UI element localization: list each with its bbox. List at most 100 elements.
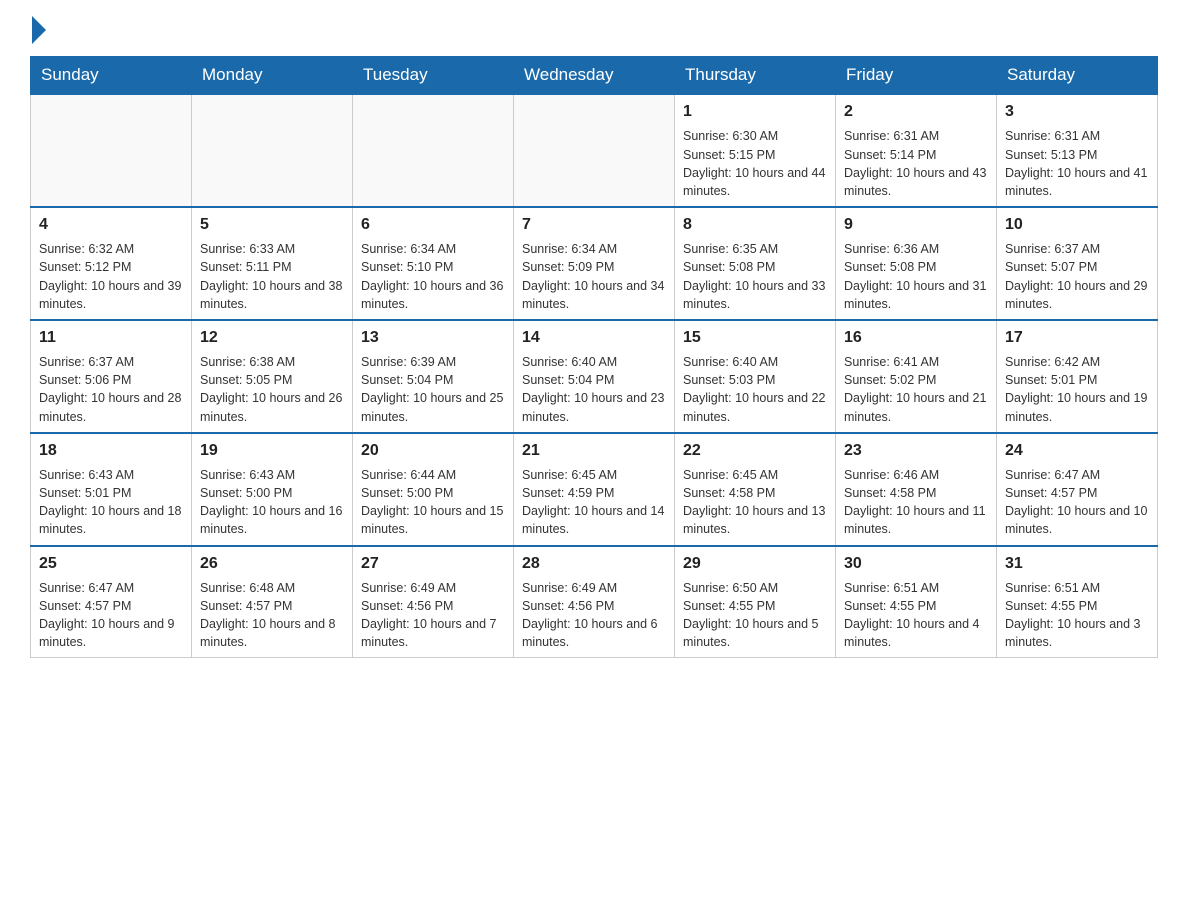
calendar-cell: 25Sunrise: 6:47 AMSunset: 4:57 PMDayligh… <box>31 546 192 658</box>
weekday-header-row: SundayMondayTuesdayWednesdayThursdayFrid… <box>31 57 1158 95</box>
day-number: 6 <box>361 214 505 236</box>
calendar-cell: 5 Sunrise: 6:33 AMSunset: 5:11 PMDaylight… <box>192 207 353 320</box>
day-number: 19 <box>200 440 344 462</box>
day-number: 12 <box>200 327 344 349</box>
day-info: Sunrise: 6:35 AMSunset: 5:08 PMDaylight:… <box>683 240 827 313</box>
day-number: 17 <box>1005 327 1149 349</box>
day-info: Sunrise: 6:38 AMSunset: 5:05 PMDaylight:… <box>200 353 344 426</box>
day-number: 24 <box>1005 440 1149 462</box>
calendar-cell: 3 Sunrise: 6:31 AMSunset: 5:13 PMDaylight… <box>997 94 1158 207</box>
calendar-cell <box>31 94 192 207</box>
day-number: 15 <box>683 327 827 349</box>
day-info: Sunrise: 6:37 AMSunset: 5:07 PMDaylight:… <box>1005 240 1149 313</box>
calendar-cell: 16 Sunrise: 6:41 AMSunset: 5:02 PMDayligh… <box>836 320 997 433</box>
day-number: 3 <box>1005 101 1149 123</box>
day-info: Sunrise: 6:31 AMSunset: 5:13 PMDaylight:… <box>1005 127 1149 200</box>
calendar-cell: 4Sunrise: 6:32 AMSunset: 5:12 PMDaylight… <box>31 207 192 320</box>
day-info: Sunrise: 6:37 AMSunset: 5:06 PMDaylight:… <box>39 353 183 426</box>
day-info: Sunrise: 6:31 AMSunset: 5:14 PMDaylight:… <box>844 127 988 200</box>
calendar-cell: 18Sunrise: 6:43 AMSunset: 5:01 PMDayligh… <box>31 433 192 546</box>
day-info: Sunrise: 6:34 AMSunset: 5:09 PMDaylight:… <box>522 240 666 313</box>
calendar-cell: 15 Sunrise: 6:40 AMSunset: 5:03 PMDayligh… <box>675 320 836 433</box>
day-info: Sunrise: 6:43 AMSunset: 5:00 PMDaylight:… <box>200 466 344 539</box>
day-info: Sunrise: 6:30 AMSunset: 5:15 PMDaylight:… <box>683 127 827 200</box>
calendar-cell: 29Sunrise: 6:50 AMSunset: 4:55 PMDayligh… <box>675 546 836 658</box>
day-info: Sunrise: 6:47 AMSunset: 4:57 PMDaylight:… <box>1005 466 1149 539</box>
day-number: 28 <box>522 553 666 575</box>
calendar-cell: 11 Sunrise: 6:37 AMSunset: 5:06 PMDayligh… <box>31 320 192 433</box>
calendar-cell: 8 Sunrise: 6:35 AMSunset: 5:08 PMDaylight… <box>675 207 836 320</box>
day-info: Sunrise: 6:49 AMSunset: 4:56 PMDaylight:… <box>361 579 505 652</box>
day-number: 1 <box>683 101 827 123</box>
day-info: Sunrise: 6:36 AMSunset: 5:08 PMDaylight:… <box>844 240 988 313</box>
weekday-header-sunday: Sunday <box>31 57 192 95</box>
calendar-cell: 26Sunrise: 6:48 AMSunset: 4:57 PMDayligh… <box>192 546 353 658</box>
day-number: 9 <box>844 214 988 236</box>
weekday-header-monday: Monday <box>192 57 353 95</box>
calendar-cell: 6 Sunrise: 6:34 AMSunset: 5:10 PMDaylight… <box>353 207 514 320</box>
day-info: Sunrise: 6:40 AMSunset: 5:03 PMDaylight:… <box>683 353 827 426</box>
calendar-week-1: 1 Sunrise: 6:30 AMSunset: 5:15 PMDaylight… <box>31 94 1158 207</box>
day-number: 20 <box>361 440 505 462</box>
calendar-week-3: 11 Sunrise: 6:37 AMSunset: 5:06 PMDayligh… <box>31 320 1158 433</box>
day-info: Sunrise: 6:45 AMSunset: 4:58 PMDaylight:… <box>683 466 827 539</box>
weekday-header-wednesday: Wednesday <box>514 57 675 95</box>
day-info: Sunrise: 6:34 AMSunset: 5:10 PMDaylight:… <box>361 240 505 313</box>
weekday-header-tuesday: Tuesday <box>353 57 514 95</box>
calendar-cell: 19 Sunrise: 6:43 AMSunset: 5:00 PMDayligh… <box>192 433 353 546</box>
day-info: Sunrise: 6:42 AMSunset: 5:01 PMDaylight:… <box>1005 353 1149 426</box>
calendar-week-5: 25Sunrise: 6:47 AMSunset: 4:57 PMDayligh… <box>31 546 1158 658</box>
calendar-cell: 23 Sunrise: 6:46 AMSunset: 4:58 PMDayligh… <box>836 433 997 546</box>
calendar-cell: 24 Sunrise: 6:47 AMSunset: 4:57 PMDayligh… <box>997 433 1158 546</box>
calendar-cell <box>514 94 675 207</box>
calendar-cell: 31 Sunrise: 6:51 AMSunset: 4:55 PMDayligh… <box>997 546 1158 658</box>
day-info: Sunrise: 6:44 AMSunset: 5:00 PMDaylight:… <box>361 466 505 539</box>
calendar-cell: 12 Sunrise: 6:38 AMSunset: 5:05 PMDayligh… <box>192 320 353 433</box>
calendar-cell <box>192 94 353 207</box>
day-info: Sunrise: 6:41 AMSunset: 5:02 PMDaylight:… <box>844 353 988 426</box>
day-info: Sunrise: 6:51 AMSunset: 4:55 PMDaylight:… <box>1005 579 1149 652</box>
day-info: Sunrise: 6:33 AMSunset: 5:11 PMDaylight:… <box>200 240 344 313</box>
day-info: Sunrise: 6:49 AMSunset: 4:56 PMDaylight:… <box>522 579 666 652</box>
calendar-cell: 2 Sunrise: 6:31 AMSunset: 5:14 PMDaylight… <box>836 94 997 207</box>
calendar-cell: 17 Sunrise: 6:42 AMSunset: 5:01 PMDayligh… <box>997 320 1158 433</box>
calendar-cell: 1 Sunrise: 6:30 AMSunset: 5:15 PMDaylight… <box>675 94 836 207</box>
logo <box>30 20 46 40</box>
page-header <box>30 20 1158 40</box>
day-number: 31 <box>1005 553 1149 575</box>
calendar-table: SundayMondayTuesdayWednesdayThursdayFrid… <box>30 56 1158 658</box>
calendar-cell: 21 Sunrise: 6:45 AMSunset: 4:59 PMDayligh… <box>514 433 675 546</box>
day-number: 8 <box>683 214 827 236</box>
calendar-cell: 28 Sunrise: 6:49 AMSunset: 4:56 PMDayligh… <box>514 546 675 658</box>
day-info: Sunrise: 6:39 AMSunset: 5:04 PMDaylight:… <box>361 353 505 426</box>
day-number: 23 <box>844 440 988 462</box>
day-number: 16 <box>844 327 988 349</box>
day-number: 22 <box>683 440 827 462</box>
day-number: 4 <box>39 214 183 236</box>
day-info: Sunrise: 6:46 AMSunset: 4:58 PMDaylight:… <box>844 466 988 539</box>
day-number: 10 <box>1005 214 1149 236</box>
weekday-header-friday: Friday <box>836 57 997 95</box>
day-number: 14 <box>522 327 666 349</box>
day-info: Sunrise: 6:45 AMSunset: 4:59 PMDaylight:… <box>522 466 666 539</box>
day-number: 21 <box>522 440 666 462</box>
calendar-cell: 9 Sunrise: 6:36 AMSunset: 5:08 PMDaylight… <box>836 207 997 320</box>
day-info: Sunrise: 6:40 AMSunset: 5:04 PMDaylight:… <box>522 353 666 426</box>
day-number: 27 <box>361 553 505 575</box>
logo-triangle-icon <box>32 16 46 44</box>
day-info: Sunrise: 6:47 AMSunset: 4:57 PMDaylight:… <box>39 579 183 652</box>
day-number: 18 <box>39 440 183 462</box>
day-number: 2 <box>844 101 988 123</box>
day-info: Sunrise: 6:48 AMSunset: 4:57 PMDaylight:… <box>200 579 344 652</box>
calendar-cell: 13 Sunrise: 6:39 AMSunset: 5:04 PMDayligh… <box>353 320 514 433</box>
calendar-cell: 20 Sunrise: 6:44 AMSunset: 5:00 PMDayligh… <box>353 433 514 546</box>
day-number: 30 <box>844 553 988 575</box>
calendar-cell: 27 Sunrise: 6:49 AMSunset: 4:56 PMDayligh… <box>353 546 514 658</box>
day-number: 7 <box>522 214 666 236</box>
day-number: 13 <box>361 327 505 349</box>
calendar-cell: 7 Sunrise: 6:34 AMSunset: 5:09 PMDaylight… <box>514 207 675 320</box>
calendar-week-4: 18Sunrise: 6:43 AMSunset: 5:01 PMDayligh… <box>31 433 1158 546</box>
day-number: 5 <box>200 214 344 236</box>
day-number: 11 <box>39 327 183 349</box>
calendar-cell: 30Sunrise: 6:51 AMSunset: 4:55 PMDayligh… <box>836 546 997 658</box>
